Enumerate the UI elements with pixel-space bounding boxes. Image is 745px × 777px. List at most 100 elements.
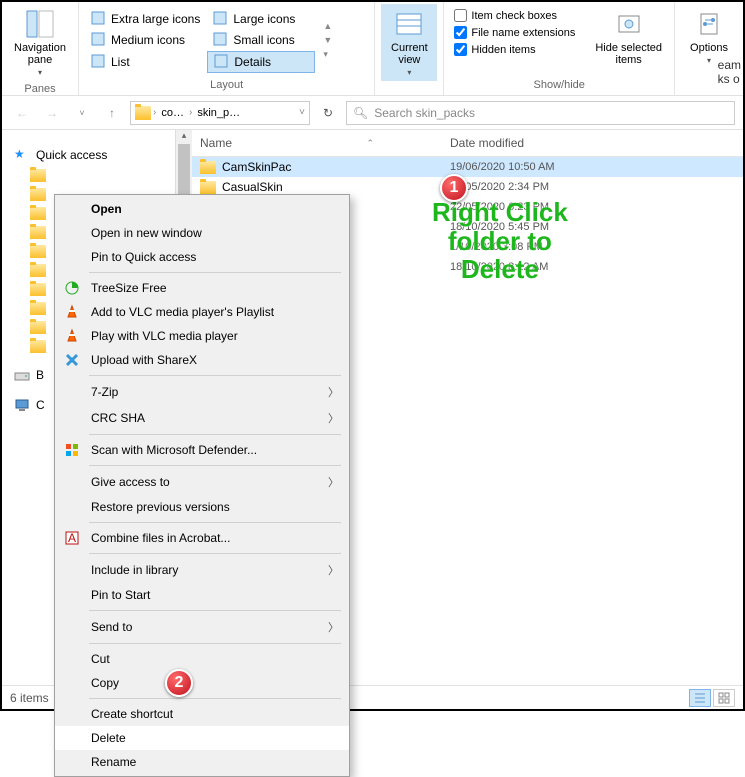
menu-item-label: 7-Zip <box>91 385 118 399</box>
breadcrumb[interactable]: › co… › skin_p… ˅ <box>130 101 310 125</box>
column-date[interactable]: Date modified <box>442 130 592 156</box>
icons-view-toggle[interactable] <box>713 689 735 707</box>
gallery-more-icon[interactable]: ▾ <box>323 49 332 60</box>
file-name-extensions-checkbox[interactable]: File name extensions <box>450 25 579 40</box>
menu-item[interactable]: Copy <box>55 671 349 695</box>
menu-item[interactable]: Include in library〉 <box>55 557 349 583</box>
current-view-button[interactable]: Current view ▾ <box>381 4 437 81</box>
menu-item-label: Play with VLC media player <box>91 329 238 343</box>
layout-icon <box>91 54 107 70</box>
search-placeholder: Search skin_packs <box>374 106 475 120</box>
menu-item[interactable]: 7-Zip〉 <box>55 379 349 405</box>
layout-option[interactable]: Details <box>207 51 315 73</box>
layout-option[interactable]: Small icons <box>207 30 315 50</box>
item-check-boxes-checkbox[interactable]: Item check boxes <box>450 8 579 23</box>
menu-separator <box>89 553 341 554</box>
breadcrumb-segment[interactable]: skin_p… <box>194 107 243 119</box>
menu-item[interactable]: Restore previous versions <box>55 495 349 519</box>
breadcrumb-segment[interactable]: co… <box>158 107 187 119</box>
menu-item[interactable]: Open in new window <box>55 221 349 245</box>
chevron-right-icon: 〉 <box>328 562 339 578</box>
menu-item[interactable]: CRC SHA〉 <box>55 405 349 431</box>
forward-button[interactable]: → <box>40 101 64 125</box>
menu-item[interactable]: Delete <box>55 726 349 750</box>
details-view-toggle[interactable] <box>689 689 711 707</box>
scroll-up-icon[interactable]: ▴ <box>176 130 192 144</box>
up-button[interactable]: ↑ <box>100 101 124 125</box>
file-row[interactable]: CamSkinPac19/06/2020 10:50 AM <box>192 157 743 177</box>
svg-text:A: A <box>68 531 76 545</box>
acrobat-icon: A <box>63 529 81 547</box>
hidden-items-checkbox[interactable]: Hidden items <box>450 42 579 57</box>
search-input[interactable]: 🔍︎ Search skin_packs <box>346 101 735 125</box>
column-headers[interactable]: Name ⌃ Date modified <box>192 130 743 157</box>
layout-option[interactable]: Large icons <box>207 9 315 29</box>
layout-label: Large icons <box>233 12 295 26</box>
layout-gallery[interactable]: Extra large icons Large icons Medium icons… <box>85 9 315 73</box>
menu-item[interactable]: ACombine files in Acrobat... <box>55 526 349 550</box>
star-icon: ★ <box>14 147 30 163</box>
layout-label: Small icons <box>233 33 294 47</box>
gallery-down-icon[interactable]: ▼ <box>323 35 332 45</box>
sidebar-label: C <box>36 398 45 412</box>
folder-icon <box>30 226 46 239</box>
menu-item-label: Pin to Quick access <box>91 250 196 264</box>
layout-option[interactable]: List <box>85 51 206 73</box>
sidebar-quick-access[interactable]: ★ Quick access <box>6 144 187 166</box>
hide-selected-label: Hide selected items <box>595 42 662 66</box>
menu-item[interactable]: Create shortcut <box>55 702 349 726</box>
column-name[interactable]: Name <box>200 136 232 150</box>
sidebar-folder[interactable] <box>6 166 187 185</box>
layout-option[interactable]: Medium icons <box>85 30 206 50</box>
menu-item[interactable]: Upload with ShareX <box>55 348 349 372</box>
menu-item[interactable]: TreeSize Free <box>55 276 349 300</box>
chevron-down-icon: ▾ <box>707 56 711 65</box>
clipped-text: eam ks o <box>718 58 741 86</box>
navigation-pane-button[interactable]: Navigation pane ▾ <box>8 4 72 81</box>
ribbon: Navigation pane ▾ Panes Extra large icon… <box>2 2 743 96</box>
gallery-up-icon[interactable]: ▲ <box>323 21 332 31</box>
layout-label: Extra large icons <box>111 12 200 26</box>
menu-item-label: Open in new window <box>91 226 202 240</box>
menu-item[interactable]: Send to〉 <box>55 614 349 640</box>
sort-indicator-icon: ⌃ <box>366 138 374 149</box>
menu-item-label: Scan with Microsoft Defender... <box>91 443 257 457</box>
menu-separator <box>89 522 341 523</box>
layout-option[interactable]: Extra large icons <box>85 9 206 29</box>
menu-item[interactable]: Cut <box>55 647 349 671</box>
current-view-icon <box>393 8 425 40</box>
menu-item[interactable]: Open <box>55 197 349 221</box>
menu-item-label: Give access to <box>91 475 170 489</box>
defender-icon <box>63 441 81 459</box>
layout-icon <box>214 54 230 70</box>
menu-item[interactable]: Pin to Quick access <box>55 245 349 269</box>
layout-label: List <box>111 55 130 69</box>
menu-item-label: Restore previous versions <box>91 500 230 514</box>
menu-item[interactable]: Give access to〉 <box>55 469 349 495</box>
folder-icon <box>30 188 46 201</box>
menu-item[interactable]: Pin to Start <box>55 583 349 607</box>
annotation-badge-1: 1 <box>440 174 468 202</box>
hide-selected-icon <box>613 8 645 40</box>
layout-icon <box>213 32 229 48</box>
options-label: Options <box>690 42 728 54</box>
menu-separator <box>89 272 341 273</box>
computer-icon <box>14 397 30 413</box>
layout-label: Details <box>234 55 271 69</box>
recent-locations-button[interactable]: ˅ <box>70 101 94 125</box>
chevron-right-icon: 〉 <box>328 410 339 426</box>
chevron-right-icon: › <box>153 107 156 118</box>
sharex-icon <box>63 351 81 369</box>
menu-item[interactable]: Play with VLC media player <box>55 324 349 348</box>
refresh-button[interactable]: ↻ <box>316 106 340 120</box>
vlc-icon <box>63 303 81 321</box>
chevron-down-icon[interactable]: ˅ <box>299 107 305 118</box>
back-button[interactable]: ← <box>10 101 34 125</box>
chevron-down-icon: ▾ <box>407 68 411 77</box>
menu-item[interactable]: Scan with Microsoft Defender... <box>55 438 349 462</box>
hide-selected-button[interactable]: Hide selected items <box>589 4 668 70</box>
menu-separator <box>89 610 341 611</box>
menu-item[interactable]: Add to VLC media player's Playlist <box>55 300 349 324</box>
menu-item[interactable]: Rename <box>55 750 349 774</box>
chevron-right-icon: 〉 <box>328 619 339 635</box>
